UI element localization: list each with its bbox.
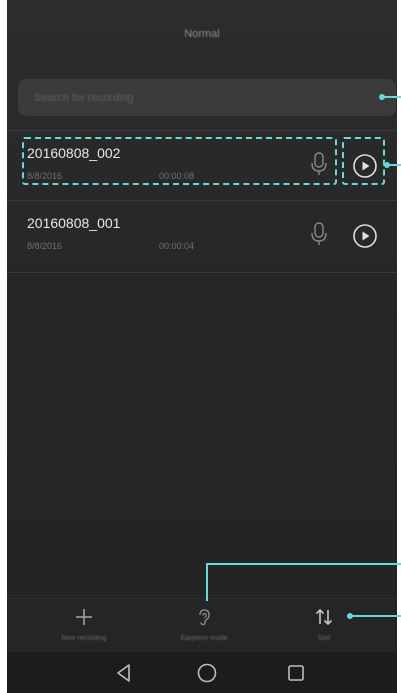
new-recording-button[interactable]: New recording: [24, 599, 144, 653]
ear-icon: [199, 609, 210, 626]
recording-name: 20160808_001: [27, 215, 121, 231]
plus-icon: [76, 609, 92, 625]
back-icon[interactable]: [113, 662, 135, 684]
sort-label: Sort: [317, 635, 331, 642]
recorder-screen: Normal Search for recording 20160808_002…: [7, 0, 397, 693]
earpiece-mode-label: Earpiece mode: [180, 635, 228, 642]
callout-box-recording: [22, 137, 337, 185]
search-input[interactable]: Search for recording: [18, 79, 396, 116]
callout-dot-play: [384, 162, 390, 168]
mic-icon: [311, 222, 327, 245]
callout-line-sort: [351, 615, 401, 617]
search-placeholder: Search for recording: [34, 91, 134, 104]
earpiece-mode-button[interactable]: Earpiece mode: [144, 599, 264, 653]
callout-line-earpiece: [206, 563, 401, 565]
sort-icon: [315, 608, 333, 626]
new-recording-label: New recording: [61, 635, 107, 642]
divider: [7, 272, 397, 273]
page-title-text: Normal: [184, 28, 220, 40]
recents-icon[interactable]: [285, 662, 307, 684]
callout-box-play: [342, 137, 385, 185]
system-nav-bar: [7, 652, 397, 693]
recording-date: 8/8/2016: [27, 241, 63, 251]
callout-dot-sort: [347, 613, 353, 619]
page-title: Normal: [7, 28, 397, 40]
recording-duration: 00:00:04: [159, 241, 195, 251]
callout-line-search: [383, 96, 401, 98]
play-icon[interactable]: [352, 223, 378, 249]
recording-row[interactable]: 20160808_001 8/8/2016 00:00:04: [7, 201, 397, 269]
home-icon[interactable]: [196, 662, 218, 684]
sort-button[interactable]: Sort: [264, 599, 384, 653]
bottom-toolbar: New recording Earpiece mode Sort: [7, 598, 397, 653]
callout-dot-search: [379, 94, 385, 100]
callout-line-earpiece-drop: [206, 563, 208, 601]
